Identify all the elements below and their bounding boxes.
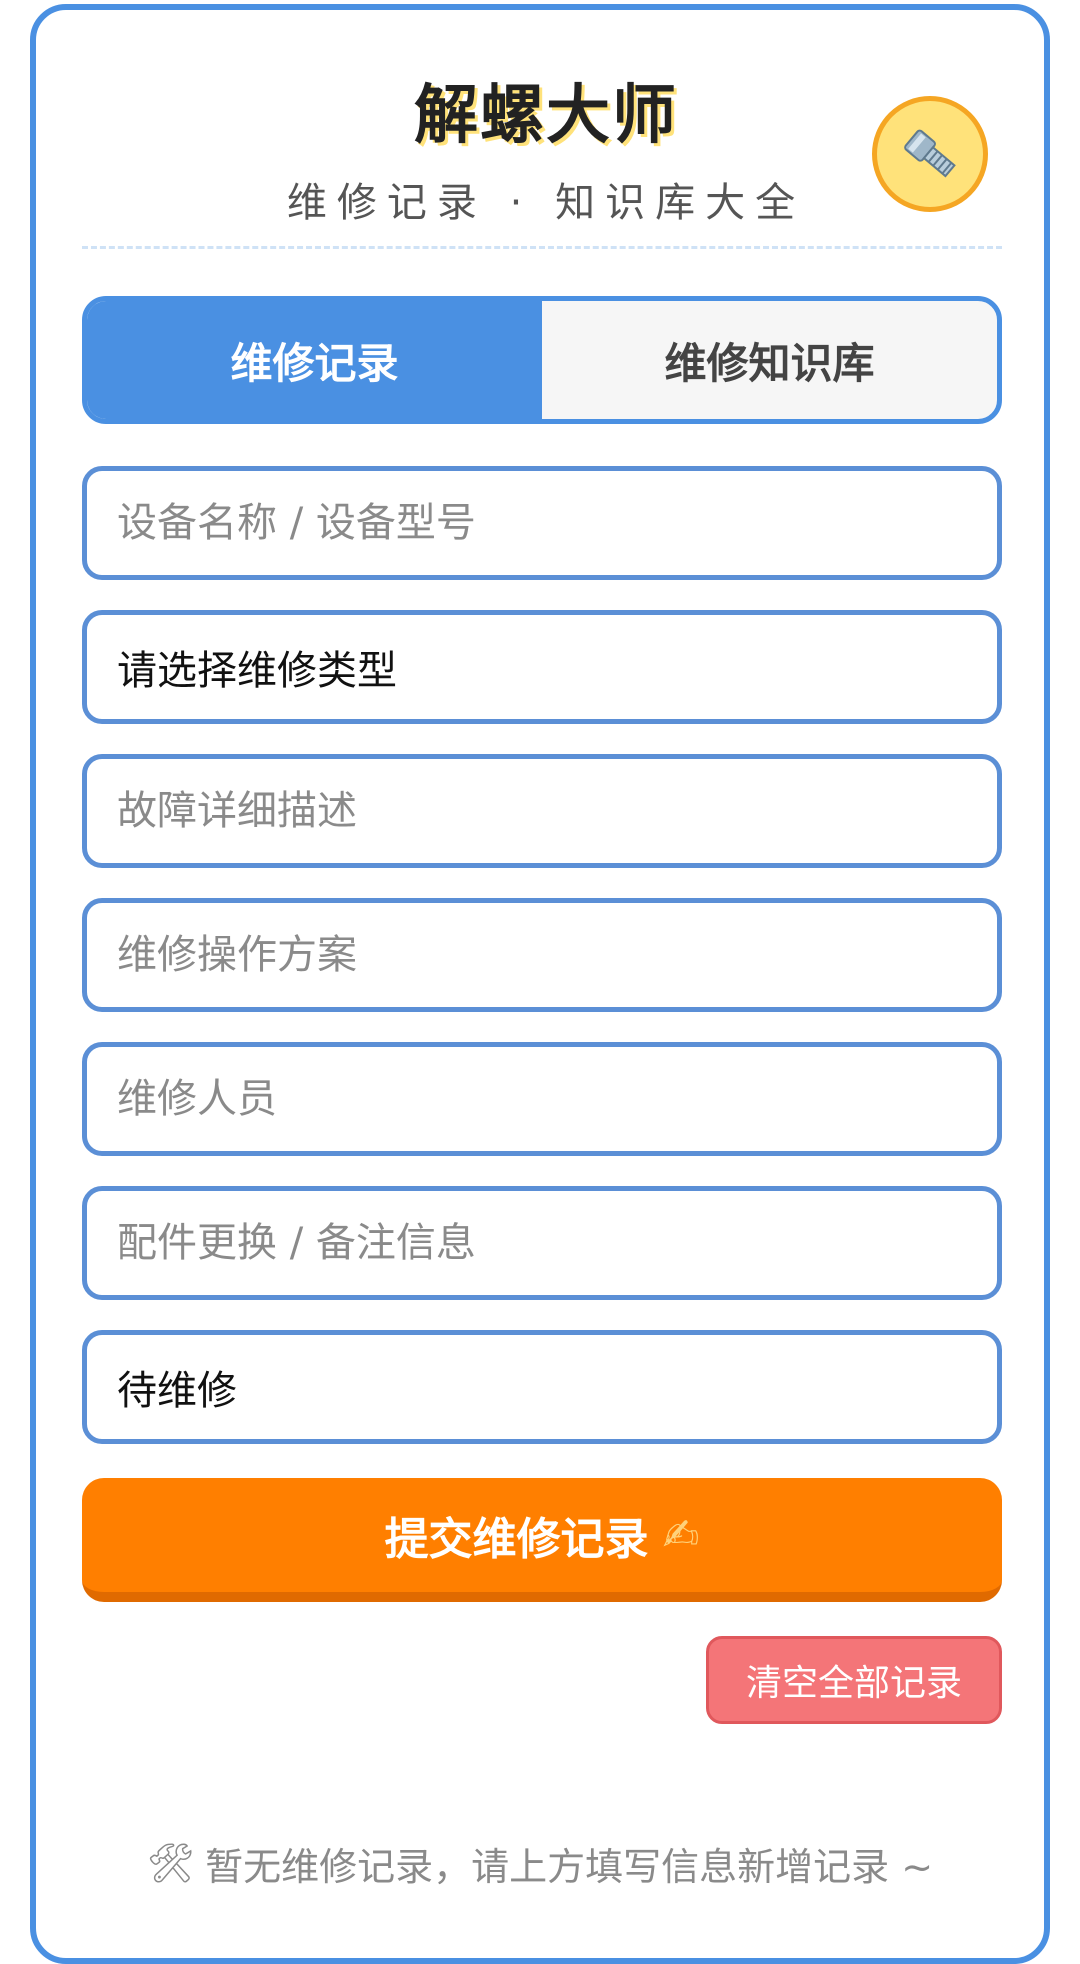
- empty-state-text: 暂无维修记录，请上方填写信息新增记录 ~: [205, 1845, 934, 1889]
- repair-person-input[interactable]: [82, 1042, 1002, 1156]
- writing-hand-icon: ✍: [662, 1509, 700, 1561]
- tab-repair-records[interactable]: 维修记录: [87, 301, 542, 419]
- tab-bar: 维修记录 维修知识库: [82, 296, 1002, 424]
- parts-notes-input[interactable]: [82, 1186, 1002, 1300]
- submit-label: 提交维修记录: [384, 1514, 649, 1565]
- status-select[interactable]: 待维修: [82, 1330, 1002, 1444]
- empty-state: 🛠 暂无维修记录，请上方填写信息新增记录 ~: [36, 1836, 1044, 1891]
- bolt-icon: [872, 96, 988, 212]
- repair-type-select[interactable]: 请选择维修类型: [82, 610, 1002, 724]
- clear-all-records-button[interactable]: 清空全部记录: [706, 1636, 1002, 1724]
- header: 解螺大师 维修记录 · 知识库大全: [36, 10, 1056, 250]
- device-name-input[interactable]: [82, 466, 1002, 580]
- repair-plan-input[interactable]: [82, 898, 1002, 1012]
- hammer-wrench-icon: 🛠: [146, 1841, 196, 1885]
- fault-description-input[interactable]: [82, 754, 1002, 868]
- app-card: 解螺大师 维修记录 · 知识库大全 维修记录 维修知识库 请选择维修类型: [30, 4, 1050, 1964]
- header-divider: [82, 246, 1002, 249]
- tab-knowledge-base[interactable]: 维修知识库: [542, 301, 997, 419]
- submit-record-button[interactable]: 提交维修记录 ✍: [82, 1478, 1002, 1602]
